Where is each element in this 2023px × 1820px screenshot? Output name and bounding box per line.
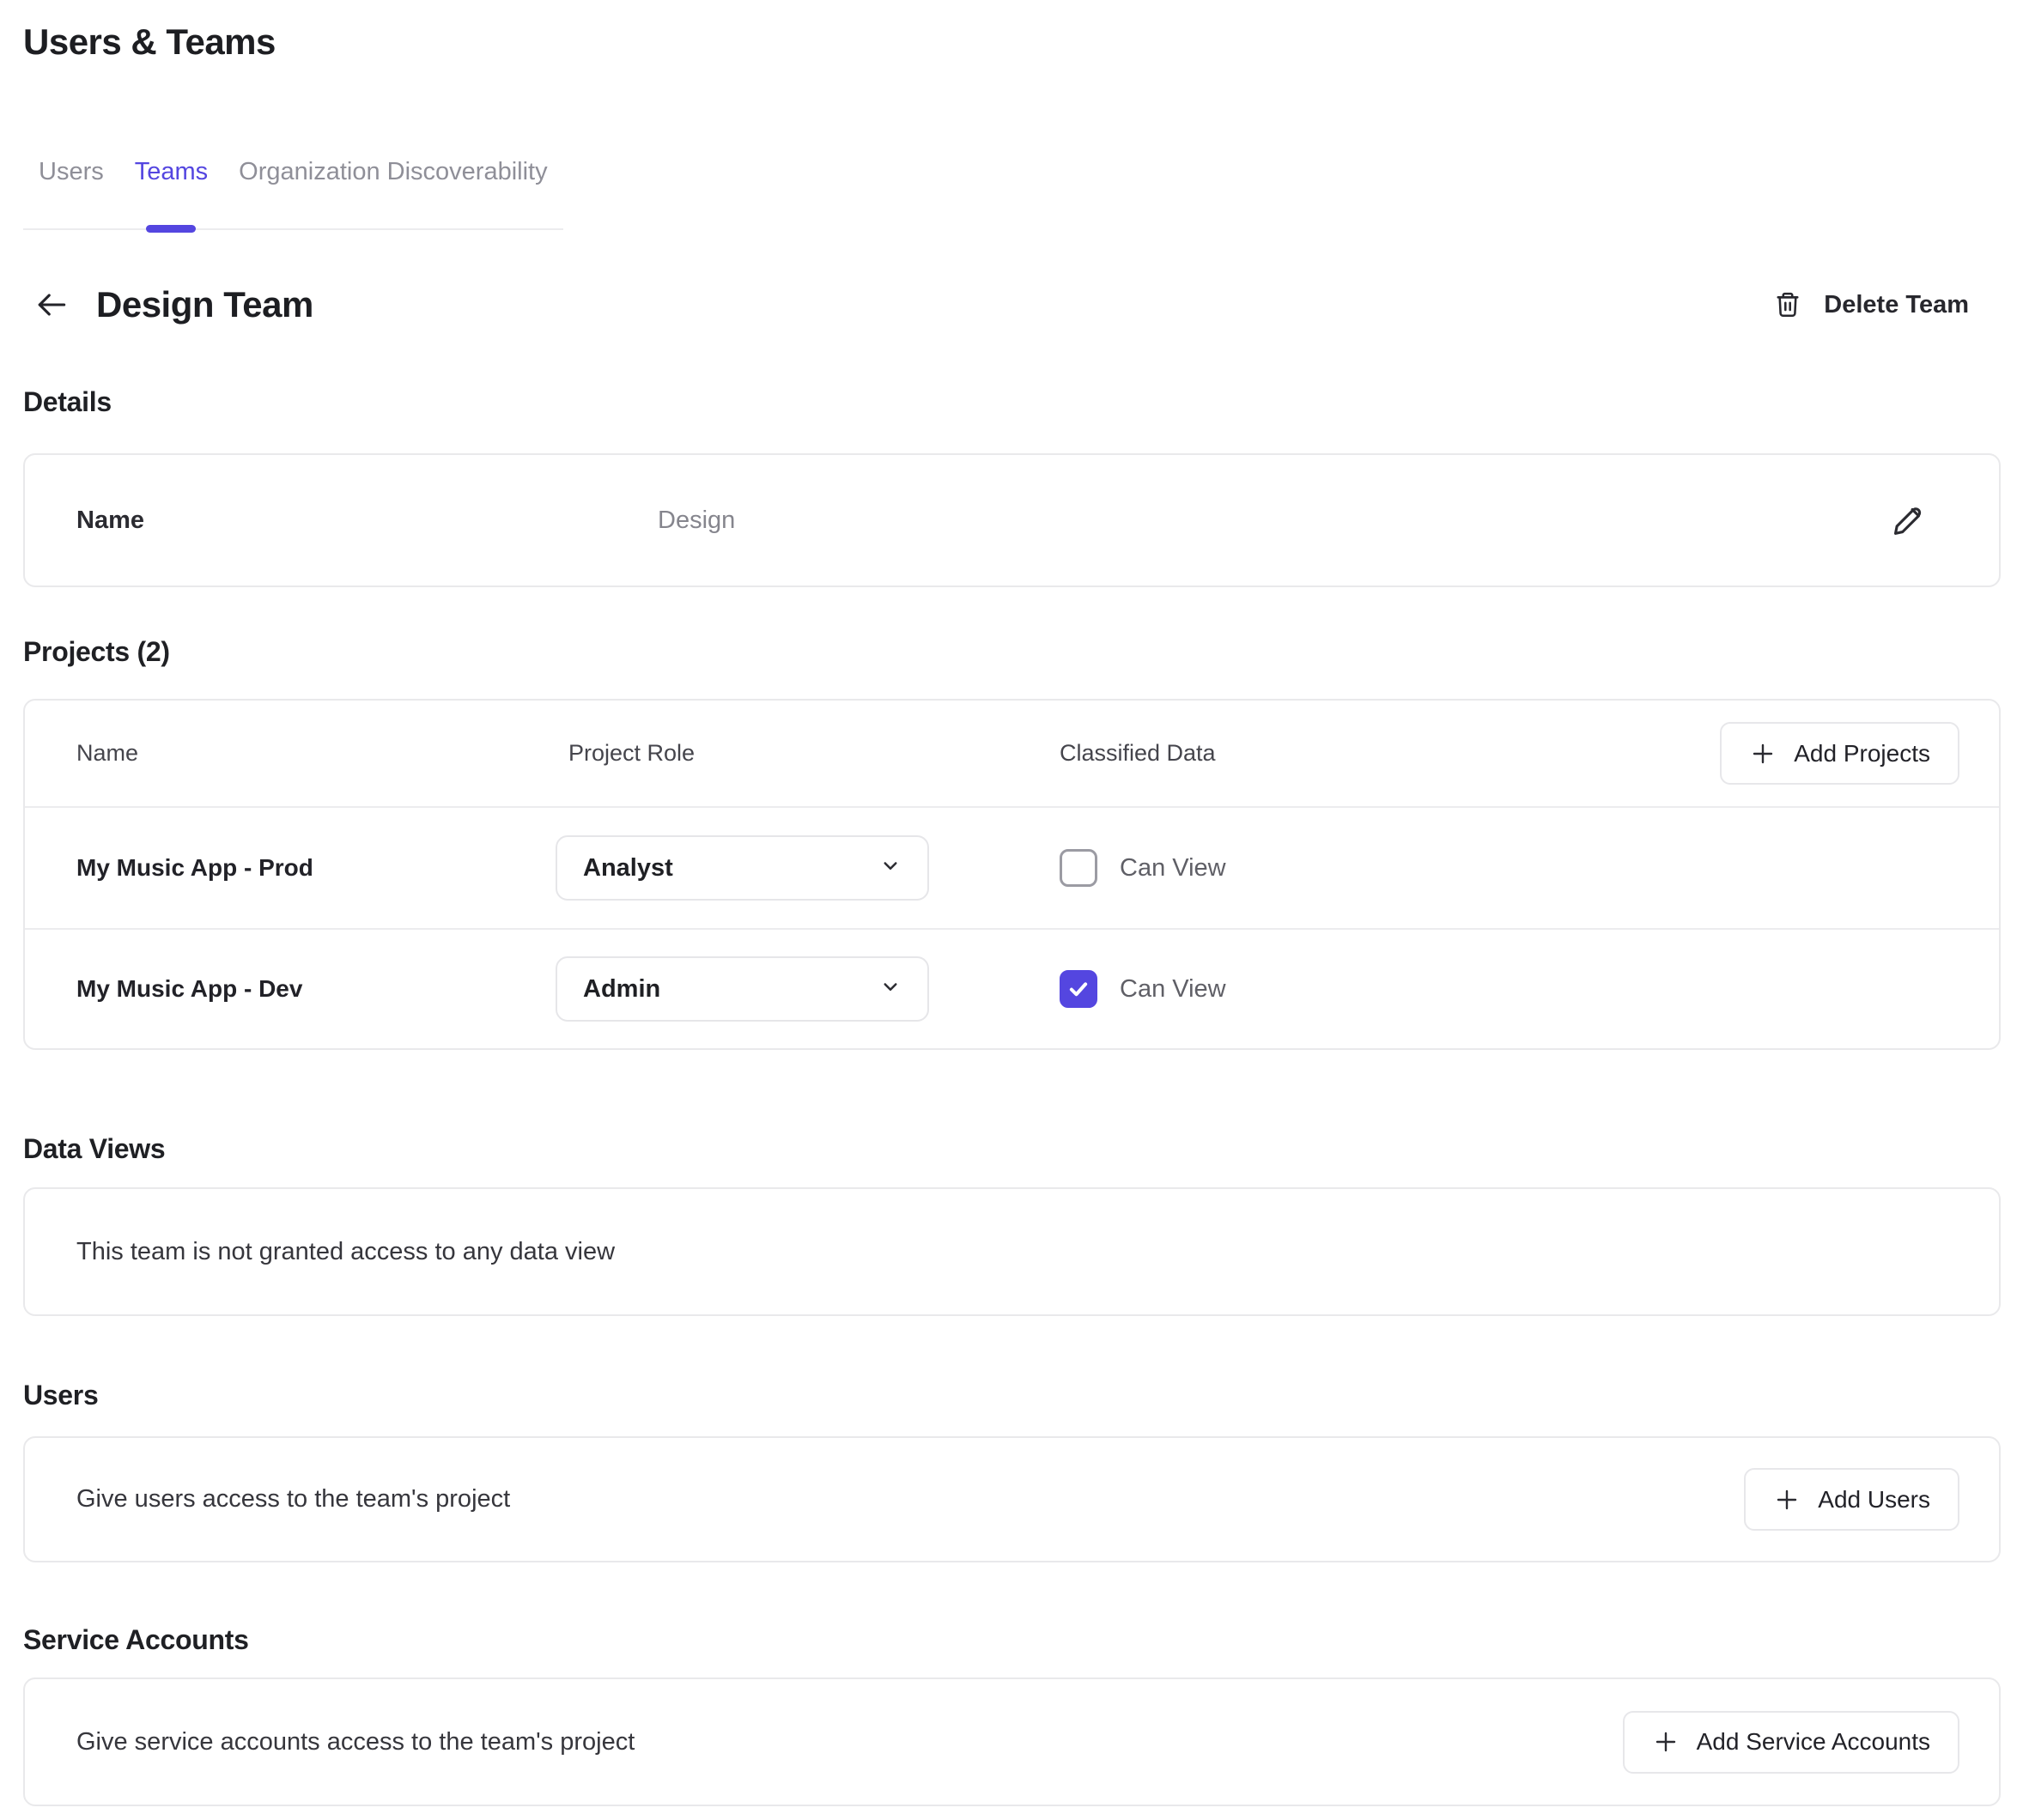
section-heading-users: Users <box>23 1378 2001 1412</box>
section-heading-details: Details <box>23 385 2001 419</box>
table-row: My Music App - Dev Admin <box>25 928 1999 1048</box>
project-name: My Music App - Prod <box>76 854 556 882</box>
add-service-accounts-label: Add Service Accounts <box>1697 1728 1930 1756</box>
tab-organization-discoverability[interactable]: Organization Discoverability <box>223 155 562 228</box>
column-header-classified-data: Classified Data <box>1060 740 1720 767</box>
tab-teams-label: Teams <box>135 158 208 185</box>
can-view-option: Can View <box>1060 970 1959 1008</box>
name-value: Design <box>658 507 1889 535</box>
tab-teams[interactable]: Teams <box>119 155 223 228</box>
column-header-name: Name <box>76 740 556 767</box>
service-accounts-card: Give service accounts access to the team… <box>23 1677 2001 1806</box>
details-card: Name Design <box>23 453 2001 587</box>
add-users-label: Add Users <box>1818 1486 1930 1514</box>
project-role-value: Admin <box>583 975 878 1004</box>
plus-icon <box>1749 740 1777 767</box>
tab-users-label: Users <box>39 158 104 185</box>
projects-table: Name Project Role Classified Data Add Pr… <box>23 699 2001 1050</box>
trash-icon <box>1772 288 1803 321</box>
project-role-select[interactable]: Admin <box>556 956 929 1022</box>
can-view-checkbox[interactable] <box>1060 849 1097 887</box>
can-view-option: Can View <box>1060 849 1959 887</box>
team-header: Design Team Delete Team <box>33 278 2001 331</box>
check-icon <box>1066 976 1091 1002</box>
can-view-label: Can View <box>1120 854 1226 883</box>
team-title: Design Team <box>96 278 313 331</box>
tab-users[interactable]: Users <box>23 155 119 228</box>
page-title: Users & Teams <box>23 19 2001 65</box>
tab-bar: Users Teams Organization Discoverability <box>23 155 563 230</box>
name-label: Name <box>76 507 658 535</box>
table-row: My Music App - Prod Analyst <box>25 808 1999 928</box>
add-users-button[interactable]: Add Users <box>1744 1468 1959 1531</box>
data-views-card: This team is not granted access to any d… <box>23 1187 2001 1316</box>
add-projects-button[interactable]: Add Projects <box>1720 722 1959 785</box>
pencil-icon <box>1889 501 1930 539</box>
add-projects-label: Add Projects <box>1794 740 1930 767</box>
delete-team-button[interactable]: Delete Team <box>1772 288 1969 321</box>
users-empty-text: Give users access to the team's project <box>76 1485 1744 1514</box>
data-views-empty-text: This team is not granted access to any d… <box>76 1238 1959 1266</box>
project-name: My Music App - Dev <box>76 975 556 1003</box>
back-button[interactable] <box>33 285 72 325</box>
can-view-checkbox[interactable] <box>1060 970 1097 1008</box>
tab-organization-discoverability-label: Organization Discoverability <box>239 158 547 185</box>
chevron-down-icon <box>878 852 903 884</box>
section-heading-service-accounts: Service Accounts <box>23 1623 2001 1657</box>
section-heading-projects: Projects (2) <box>23 634 2001 669</box>
arrow-left-icon <box>33 286 72 324</box>
plus-icon <box>1773 1486 1801 1514</box>
add-service-accounts-button[interactable]: Add Service Accounts <box>1623 1711 1959 1774</box>
service-accounts-empty-text: Give service accounts access to the team… <box>76 1728 1623 1756</box>
plus-icon <box>1652 1728 1680 1756</box>
delete-team-label: Delete Team <box>1824 291 1969 319</box>
can-view-label: Can View <box>1120 975 1226 1004</box>
section-heading-data-views: Data Views <box>23 1131 2001 1166</box>
project-role-value: Analyst <box>583 854 878 883</box>
projects-header-row: Name Project Role Classified Data Add Pr… <box>25 701 1999 808</box>
users-teams-page: Users & Teams Users Teams Organization D… <box>0 0 2023 1806</box>
column-header-project-role: Project Role <box>556 740 1060 767</box>
project-role-select[interactable]: Analyst <box>556 835 929 901</box>
edit-name-button[interactable] <box>1889 500 1930 541</box>
users-card: Give users access to the team's project … <box>23 1436 2001 1562</box>
chevron-down-icon <box>878 974 903 1005</box>
